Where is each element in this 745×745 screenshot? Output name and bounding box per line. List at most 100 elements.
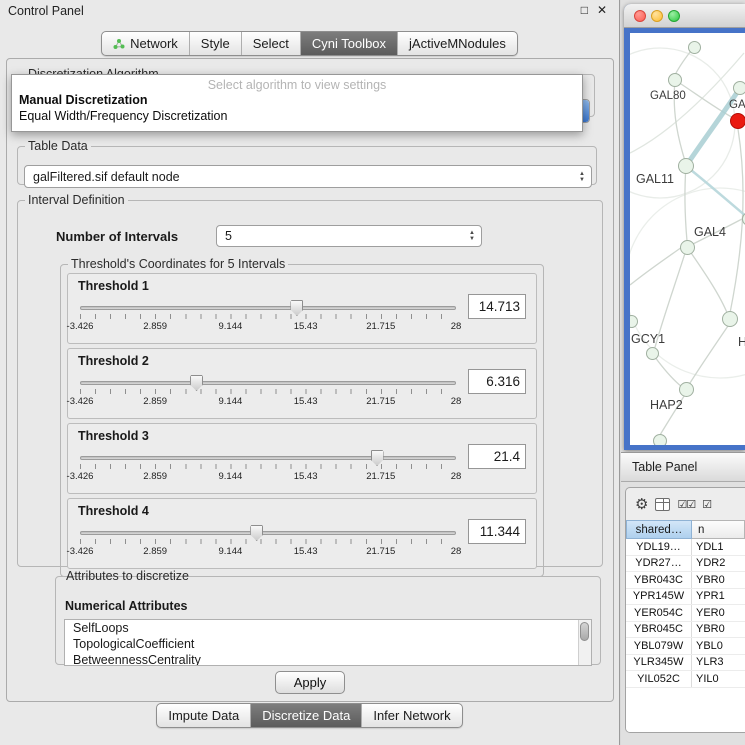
threshold-1-value[interactable]: 14.713 — [468, 294, 526, 319]
cell[interactable]: YDL19… — [626, 539, 692, 555]
cell[interactable]: YBR045C — [626, 622, 692, 638]
cell[interactable]: YBR0 — [692, 622, 745, 638]
apply-button[interactable]: Apply — [275, 671, 345, 694]
option-manual-discretization[interactable]: Manual Discretization — [12, 92, 582, 108]
cell[interactable]: YIL0 — [692, 671, 745, 687]
threshold-3-slider[interactable]: -3.4262.8599.14415.4321.71528 — [80, 450, 456, 490]
table-row[interactable]: YER054CYER0 — [626, 605, 745, 622]
network-node[interactable] — [653, 434, 667, 445]
close-traffic-light-icon[interactable] — [634, 10, 646, 22]
list-scrollbar[interactable] — [578, 620, 591, 665]
threshold-label: Threshold 2 — [78, 354, 149, 368]
tab-style[interactable]: Style — [190, 32, 242, 55]
network-node[interactable] — [668, 73, 682, 87]
cell[interactable]: YER0 — [692, 605, 745, 621]
group-label: Interval Definition — [25, 193, 128, 207]
column-header-name[interactable]: n — [692, 520, 745, 539]
list-item[interactable]: TopologicalCoefficient — [65, 636, 591, 652]
node-label: H — [738, 335, 745, 349]
cell[interactable]: YBL0 — [692, 638, 745, 654]
tab-discretize-data[interactable]: Discretize Data — [251, 704, 362, 727]
minimize-traffic-light-icon[interactable] — [651, 10, 663, 22]
network-node[interactable] — [688, 41, 701, 54]
cell[interactable]: YLR345W — [626, 655, 692, 671]
cell[interactable]: YLR3 — [692, 655, 745, 671]
node-label: HAP2 — [650, 398, 683, 412]
select-column-icon[interactable]: ☑ — [702, 498, 711, 511]
table-row[interactable]: YBR043CYBR0 — [626, 572, 745, 589]
threshold-4-slider[interactable]: -3.4262.8599.14415.4321.71528 — [80, 525, 456, 565]
combobox-stepper-icon[interactable]: ▲▼ — [463, 226, 481, 246]
tab-jactivemnodules[interactable]: jActiveMNodules — [398, 32, 517, 55]
thresholds-group: Threshold's Coordinates for 5 Intervals … — [60, 257, 544, 577]
cell[interactable]: YPR1 — [692, 589, 745, 605]
network-icon — [113, 38, 125, 50]
settings-gear-icon[interactable]: ⚙ — [635, 495, 648, 513]
cell[interactable]: YDL1 — [692, 539, 745, 555]
slider-scale: -3.4262.8599.14415.4321.71528 — [80, 471, 456, 483]
cell[interactable]: YDR2 — [692, 556, 745, 572]
threshold-2-slider[interactable]: -3.4262.8599.14415.4321.71528 — [80, 375, 456, 415]
threshold-4-value[interactable]: 11.344 — [468, 519, 526, 544]
network-node[interactable] — [679, 382, 694, 397]
slider-track[interactable] — [80, 531, 456, 535]
column-header-shared[interactable]: shared… — [626, 520, 692, 539]
threshold-3-panel: Threshold 3 -3.4262.8599.14415.4321.7152… — [67, 423, 537, 494]
threshold-1-slider[interactable]: -3.4262.8599.14415.4321.71528 — [80, 300, 456, 340]
table-row[interactable]: YBL079WYBL0 — [626, 638, 745, 655]
tab-network[interactable]: Network — [102, 32, 190, 55]
tab-infer-network[interactable]: Infer Network — [362, 704, 461, 727]
node-label: GCY1 — [631, 332, 665, 346]
scrollbar-thumb[interactable] — [580, 622, 589, 641]
slider-track[interactable] — [80, 456, 456, 460]
cell[interactable]: YER054C — [626, 605, 692, 621]
table-body: YDL19…YDL1 YDR27…YDR2 YBR043CYBR0 YPR145… — [626, 539, 745, 732]
network-node[interactable] — [646, 347, 659, 360]
zoom-traffic-light-icon[interactable] — [668, 10, 680, 22]
cell[interactable]: YBR0 — [692, 572, 745, 588]
network-node[interactable] — [722, 311, 738, 327]
tab-cyni-toolbox[interactable]: Cyni Toolbox — [301, 32, 398, 55]
close-icon[interactable]: ✕ — [597, 3, 607, 17]
table-row[interactable]: YDR27…YDR2 — [626, 556, 745, 573]
cell[interactable]: YBR043C — [626, 572, 692, 588]
table-row[interactable]: YBR045CYBR0 — [626, 622, 745, 639]
combobox-stepper-icon[interactable]: ▲▼ — [573, 166, 591, 187]
option-equal-width-frequency[interactable]: Equal Width/Frequency Discretization — [12, 108, 582, 124]
table-row[interactable]: YPR145WYPR1 — [626, 589, 745, 606]
table-row[interactable]: YLR345WYLR3 — [626, 655, 745, 672]
tab-impute-data[interactable]: Impute Data — [157, 704, 251, 727]
list-item[interactable]: SelfLoops — [65, 620, 591, 636]
network-canvas[interactable]: GAL80 GA GAL11 GAL4 GCY1 H HAP2 — [630, 33, 745, 445]
cell[interactable]: YBL079W — [626, 638, 692, 654]
slider-scale: -3.4262.8599.14415.4321.71528 — [80, 546, 456, 558]
threshold-2-value[interactable]: 6.316 — [468, 369, 526, 394]
interval-definition-group: Interval Definition Number of Intervals … — [17, 193, 603, 567]
float-window-icon[interactable]: □ — [581, 3, 588, 17]
table-data-combobox[interactable]: galFiltered.sif default node ▲▼ — [24, 165, 592, 188]
slider-track[interactable] — [80, 306, 456, 310]
network-node[interactable] — [733, 81, 745, 95]
cell[interactable]: YDR27… — [626, 556, 692, 572]
slider-ticks — [80, 464, 456, 469]
select-all-columns-icon[interactable]: ☑☑ — [677, 498, 695, 511]
network-window-titlebar[interactable] — [624, 4, 745, 28]
slider-track[interactable] — [80, 381, 456, 385]
threshold-3-value[interactable]: 21.4 — [468, 444, 526, 469]
number-of-intervals-combobox[interactable]: 5 ▲▼ — [216, 225, 482, 247]
node-label: GAL80 — [650, 90, 686, 102]
cell[interactable]: YIL052C — [626, 671, 692, 687]
show-columns-icon[interactable] — [655, 498, 670, 511]
table-row[interactable]: YIL052CYIL0 — [626, 671, 745, 688]
network-node[interactable] — [678, 158, 694, 174]
cell[interactable]: YPR145W — [626, 589, 692, 605]
network-node[interactable] — [680, 240, 695, 255]
network-node-selected-red[interactable] — [730, 113, 745, 129]
tab-select[interactable]: Select — [242, 32, 301, 55]
bottom-tab-bar: Impute Data Discretize Data Infer Networ… — [0, 703, 619, 728]
slider-ticks — [80, 314, 456, 319]
table-row[interactable]: YDL19…YDL1 — [626, 539, 745, 556]
numerical-attributes-label: Numerical Attributes — [65, 599, 187, 613]
list-item[interactable]: BetweennessCentrality — [65, 652, 591, 666]
threshold-2-panel: Threshold 2 -3.4262.8599.14415.4321.7152… — [67, 348, 537, 419]
